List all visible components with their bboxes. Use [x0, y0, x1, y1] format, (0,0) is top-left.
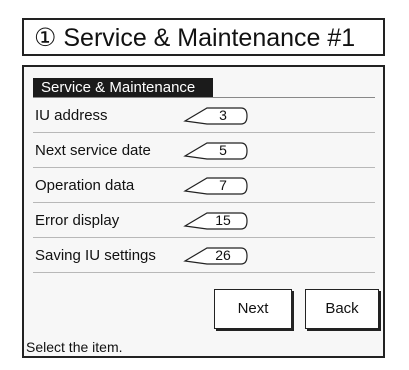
page-ref-callout: 7	[183, 173, 255, 199]
screen-title-box: ① Service & Maintenance #1	[22, 18, 385, 56]
page-ref-number: 7	[219, 177, 227, 193]
page-ref-callout: 15	[183, 208, 255, 234]
menu-item-label: Next service date	[35, 142, 151, 159]
page-ref-number: 26	[215, 247, 231, 263]
page-ref-number: 5	[219, 142, 227, 158]
menu-item-label: Operation data	[35, 177, 135, 194]
title-number-mark: ①	[34, 24, 57, 52]
title-text: Service & Maintenance #1	[63, 24, 356, 52]
menu-item-operation-data[interactable]: Operation data 7	[33, 168, 375, 203]
page-ref-number: 15	[215, 212, 231, 228]
menu-item-iu-address[interactable]: IU address 3	[33, 98, 375, 133]
status-message: Select the item.	[26, 339, 123, 355]
page-ref-number: 3	[219, 107, 227, 123]
page-ref-callout: 26	[183, 243, 255, 269]
screen-title: ① Service & Maintenance #1	[34, 23, 355, 53]
menu-item-label: Saving IU settings	[35, 247, 156, 264]
menu-item-error-display[interactable]: Error display 15	[33, 203, 375, 238]
menu-item-next-service-date[interactable]: Next service date 5	[33, 133, 375, 168]
menu-panel: Service & Maintenance IU address 3 Next …	[22, 65, 385, 358]
menu-item-label: Error display	[35, 212, 120, 229]
menu-item-label: IU address	[35, 107, 108, 124]
menu-item-saving-iu-settings[interactable]: Saving IU settings 26	[33, 238, 375, 273]
page-ref-callout: 3	[183, 103, 255, 129]
page-ref-callout: 5	[183, 138, 255, 164]
back-button[interactable]: Back	[305, 289, 379, 329]
panel-header: Service & Maintenance	[33, 78, 213, 98]
next-button[interactable]: Next	[214, 289, 292, 329]
